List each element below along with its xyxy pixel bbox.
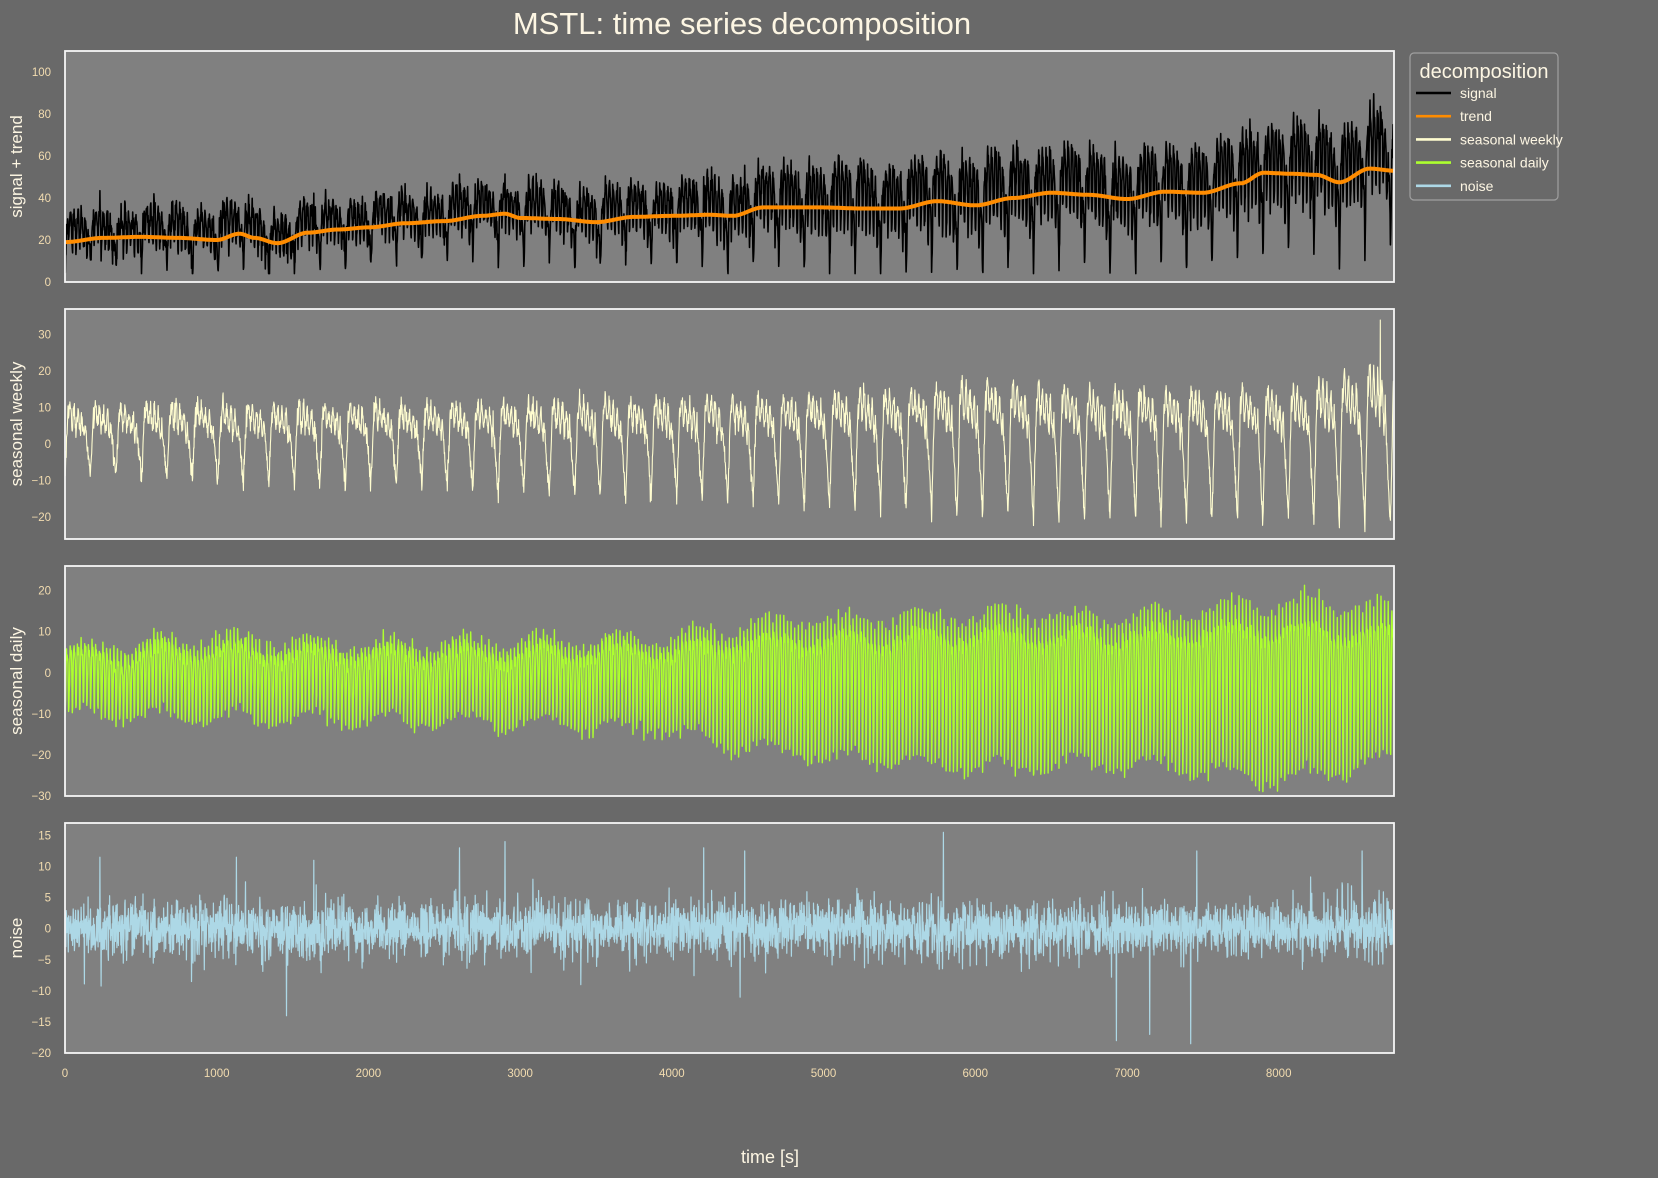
y-tick-label: −15 bbox=[31, 1017, 51, 1029]
y-tick-label: 30 bbox=[38, 330, 51, 342]
panel-1: 0 20 40 60 80 100 signal + trend bbox=[7, 50, 1395, 289]
y-tick-label: −10 bbox=[31, 986, 51, 998]
y-tick-label: 40 bbox=[38, 193, 51, 205]
legend-label: signal bbox=[1460, 85, 1497, 101]
x-tick-label: 4000 bbox=[659, 1068, 685, 1080]
y-tick-label: 20 bbox=[38, 366, 51, 378]
y-tick-label: −20 bbox=[31, 750, 51, 762]
mstl-figure: MSTL: time series decomposition 0 20 40 60 8… bbox=[7, 6, 1563, 1167]
x-tick-label: 0 bbox=[62, 1068, 68, 1080]
x-tick-label: 8000 bbox=[1266, 1068, 1292, 1080]
x-tick-label: 3000 bbox=[507, 1068, 533, 1080]
y-tick-label: 20 bbox=[38, 586, 51, 598]
y-axis-label: seasonal weekly bbox=[7, 361, 26, 486]
legend-label: seasonal daily bbox=[1460, 155, 1549, 171]
y-tick-label: 5 bbox=[45, 893, 51, 905]
legend: decomposition signal trend seasonal weekly… bbox=[1409, 52, 1563, 201]
y-tick-label: 20 bbox=[38, 235, 51, 247]
y-tick-label: 10 bbox=[38, 862, 51, 874]
x-tick-label: 7000 bbox=[1114, 1068, 1140, 1080]
x-tick-label: 2000 bbox=[356, 1068, 382, 1080]
x-axis: 0 1000 2000 3000 4000 5000 6000 7000 8000 bbox=[62, 1068, 1292, 1080]
x-axis-label: time [s] bbox=[741, 1147, 799, 1167]
y-tick-label: 80 bbox=[38, 109, 51, 121]
y-tick-label: 15 bbox=[38, 830, 51, 842]
y-axis-label: noise bbox=[7, 918, 26, 959]
y-tick-label: 0 bbox=[45, 277, 51, 289]
x-tick-label: 6000 bbox=[962, 1068, 988, 1080]
panel-3: −30 −20 −10 0 10 20 seasonal daily bbox=[7, 565, 1395, 803]
legend-label: noise bbox=[1460, 178, 1494, 194]
legend-title: decomposition bbox=[1420, 61, 1549, 83]
panel-2: −20 −10 0 10 20 30 seasonal weekly bbox=[7, 308, 1395, 540]
y-tick-label: −10 bbox=[31, 709, 51, 721]
y-tick-label: 0 bbox=[45, 668, 51, 680]
y-tick-label: 100 bbox=[32, 67, 51, 79]
y-tick-label: 10 bbox=[38, 403, 51, 415]
y-tick-label: 0 bbox=[45, 439, 51, 451]
y-tick-label: −5 bbox=[38, 955, 51, 967]
y-tick-label: 60 bbox=[38, 151, 51, 163]
chart-title: MSTL: time series decomposition bbox=[513, 6, 971, 41]
y-tick-label: 10 bbox=[38, 627, 51, 639]
x-tick-label: 1000 bbox=[204, 1068, 230, 1080]
panel-4: −20 −15 −10 −5 0 5 10 15 noise bbox=[7, 822, 1395, 1060]
y-axis-label: seasonal daily bbox=[7, 627, 26, 735]
legend-label: seasonal weekly bbox=[1460, 131, 1563, 147]
y-axis-label: signal + trend bbox=[7, 115, 26, 218]
y-tick-label: 0 bbox=[45, 924, 51, 936]
y-tick-label: −30 bbox=[31, 791, 51, 803]
y-tick-label: −10 bbox=[31, 476, 51, 488]
x-tick-label: 5000 bbox=[811, 1068, 837, 1080]
legend-label: trend bbox=[1460, 108, 1492, 124]
y-tick-label: −20 bbox=[31, 512, 51, 524]
y-tick-label: −20 bbox=[31, 1048, 51, 1060]
